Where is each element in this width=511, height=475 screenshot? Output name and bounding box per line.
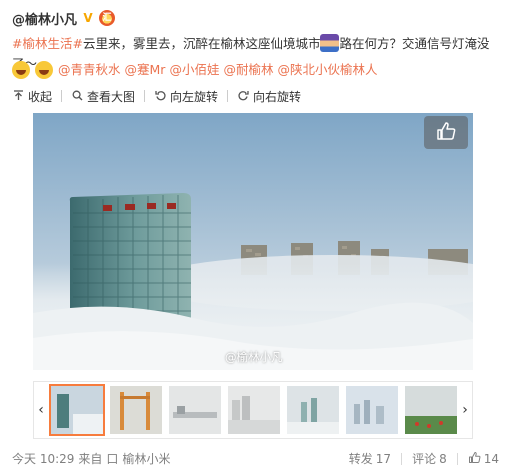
action-divider: [401, 452, 403, 465]
photo-watermark: @榆林小凡: [225, 350, 283, 364]
device-icon: 口: [106, 452, 119, 466]
post-header: @榆林小凡 V 汇: [12, 8, 116, 28]
action-divider: [456, 452, 458, 465]
like-float-button[interactable]: [424, 116, 468, 149]
toolbar-divider: [61, 90, 63, 102]
collapse-icon: [12, 90, 24, 102]
view-large-button[interactable]: 查看大图: [71, 88, 135, 105]
main-photo[interactable]: [33, 113, 473, 370]
family-emoji-icon: [320, 34, 340, 52]
thumbnail-2[interactable]: [110, 386, 162, 434]
image-toolbar: 收起 查看大图 向左旋转 向右旋转: [0, 84, 511, 108]
post-time[interactable]: 今天 10:29: [12, 450, 74, 467]
source-prefix: 来自: [78, 452, 103, 466]
collapse-label: 收起: [28, 89, 53, 104]
rotate-right-icon: [237, 90, 249, 102]
comment-count: 8: [439, 451, 447, 466]
thumbnail-5[interactable]: [287, 386, 339, 434]
thumbs-up-icon: [468, 451, 481, 467]
repost-label: 转发: [348, 452, 373, 466]
toolbar-divider: [144, 90, 146, 102]
view-large-label: 查看大图: [87, 89, 136, 104]
comment-label: 评论: [412, 452, 437, 466]
thumbnail-strip: ‹ ›: [33, 381, 473, 439]
mention-link[interactable]: @陕北小伙榆林人: [277, 59, 377, 81]
mention-link[interactable]: @耐榆林: [223, 59, 273, 81]
post-meta: 今天 10:29 来自 口 榆林小米: [12, 450, 170, 467]
topic-link[interactable]: #榆林生活#: [12, 36, 83, 51]
mention-link[interactable]: @小佰娃: [169, 59, 219, 81]
source-link[interactable]: 榆林小米: [122, 450, 170, 467]
medal-badge-icon[interactable]: 汇: [99, 10, 116, 26]
comment-button[interactable]: 评论 8: [412, 450, 447, 467]
rotate-left-label: 向左旋转: [170, 89, 219, 104]
rotate-left-icon: [154, 90, 166, 102]
rotate-left-button[interactable]: 向左旋转: [154, 88, 218, 105]
collapse-button[interactable]: 收起: [12, 88, 52, 105]
rotate-right-button[interactable]: 向右旋转: [237, 88, 301, 105]
thumbs-up-icon: [435, 120, 457, 146]
prev-thumbnails-arrow[interactable]: ‹: [34, 382, 48, 438]
like-button[interactable]: 14: [468, 451, 499, 467]
post-footer: 今天 10:29 来自 口 榆林小米 转发 17 评论 8 14: [0, 448, 511, 468]
thumbnail-1[interactable]: [49, 384, 105, 436]
mention-link[interactable]: @蹇Mr: [125, 59, 166, 81]
username-link[interactable]: @榆林小凡: [12, 9, 77, 28]
like-count: 14: [483, 451, 499, 466]
toolbar-divider: [227, 90, 229, 102]
laugh-emoji-icon: [35, 61, 53, 79]
thumbnail-3[interactable]: [169, 386, 221, 434]
rotate-right-label: 向右旋转: [253, 89, 302, 104]
laugh-emoji-icon: [12, 61, 30, 79]
post-body-text: 云里来，雾里去，沉醉在榆林这座仙境城市: [82, 36, 321, 51]
repost-count: 17: [375, 451, 392, 466]
thumbnail-4[interactable]: [228, 386, 280, 434]
repost-button[interactable]: 转发 17: [349, 450, 391, 467]
mention-link[interactable]: @青青秋水: [58, 59, 121, 81]
thumbnail-7[interactable]: [405, 386, 457, 434]
mentions-line: @青青秋水 @蹇Mr @小佰娃 @耐榆林 @陕北小伙榆林人: [12, 59, 378, 81]
search-icon: [71, 90, 83, 102]
post-actions: 转发 17 评论 8 14: [349, 450, 499, 467]
next-thumbnails-arrow[interactable]: ›: [458, 382, 472, 438]
thumbnail-6[interactable]: [346, 386, 398, 434]
verified-badge-icon[interactable]: V: [81, 11, 95, 25]
